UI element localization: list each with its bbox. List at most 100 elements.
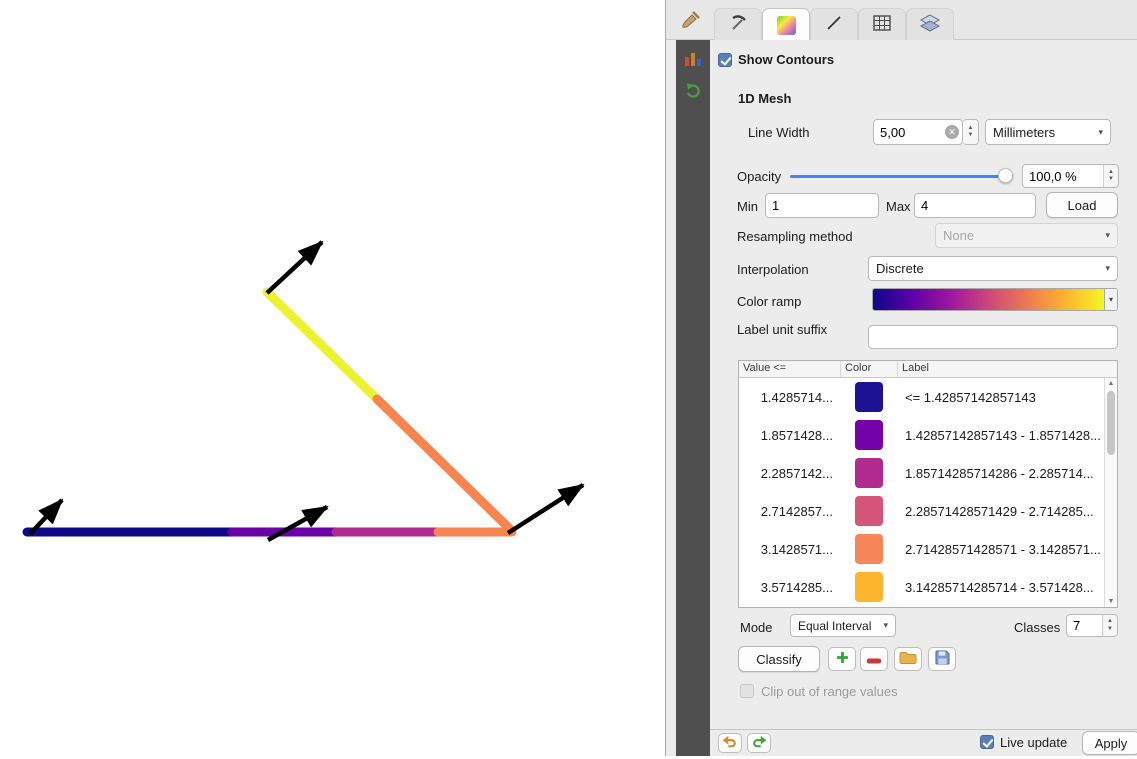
line-width-unit-value: Millimeters: [993, 125, 1055, 140]
scroll-down-icon[interactable]: [1105, 596, 1117, 607]
interpolation-combo[interactable]: Discrete: [868, 256, 1118, 281]
classes-input[interactable]: [1067, 618, 1102, 633]
folder-icon: [899, 651, 917, 668]
scroll-up-icon[interactable]: [1105, 378, 1117, 389]
tab-rendering[interactable]: [858, 8, 906, 40]
save-icon: [935, 650, 950, 668]
interpolation-label: Interpolation: [737, 262, 809, 277]
mode-label: Mode: [740, 620, 773, 635]
classes-table[interactable]: Value <= Color Label 1.4285714... <= 1.4…: [738, 360, 1118, 608]
map-canvas[interactable]: [0, 0, 666, 756]
classify-button[interactable]: Classify: [738, 646, 820, 672]
save-style-button[interactable]: [928, 647, 956, 671]
color-ramp-label: Color ramp: [737, 294, 801, 309]
live-update-checkbox[interactable]: [980, 735, 994, 749]
slider-handle[interactable]: [998, 168, 1013, 183]
max-label: Max: [886, 199, 911, 214]
resampling-value: None: [943, 228, 974, 243]
chevron-down-icon: [1105, 230, 1110, 241]
mode-value: Equal Interval: [798, 619, 871, 633]
scroll-thumb[interactable]: [1107, 391, 1115, 455]
color-swatch[interactable]: [855, 534, 883, 564]
color-swatch[interactable]: [855, 458, 883, 488]
tab-symbology[interactable]: [714, 8, 762, 40]
stepper-arrows-icon[interactable]: [963, 120, 978, 144]
max-field: [914, 193, 1036, 218]
panel-bottom-bar: Live update Apply: [710, 729, 1137, 756]
load-button[interactable]: Load: [1046, 192, 1118, 218]
min-field: [765, 193, 879, 218]
classes-field: [1066, 614, 1118, 637]
styling-tabbar: [666, 0, 1137, 40]
minus-icon: [867, 652, 881, 667]
color-swatch[interactable]: [855, 496, 883, 526]
chevron-down-icon: [1105, 263, 1110, 274]
clip-out-of-range-checkbox[interactable]: [740, 684, 754, 698]
stepper-arrows-icon[interactable]: [1102, 615, 1117, 636]
paintbrush-icon[interactable]: [681, 10, 701, 33]
layers-icon: [920, 14, 940, 35]
clip-out-of-range-label: Clip out of range values: [761, 684, 898, 699]
opacity-input[interactable]: [1023, 169, 1103, 184]
color-swatch[interactable]: [855, 572, 883, 602]
label-unit-suffix-input[interactable]: [869, 330, 1117, 345]
opacity-label: Opacity: [737, 169, 781, 184]
color-ramp-preview[interactable]: [873, 289, 1104, 310]
section-title-1d-mesh: 1D Mesh: [738, 91, 791, 106]
col-header-label[interactable]: Label: [898, 361, 1117, 377]
table-row[interactable]: 3.1428571... 2.71428571428571 - 3.142857…: [739, 530, 1117, 568]
tab-3d[interactable]: [906, 8, 954, 40]
col-header-value[interactable]: Value <=: [739, 361, 841, 377]
chevron-down-icon[interactable]: [1104, 289, 1117, 310]
redo-button[interactable]: [747, 733, 771, 753]
resampling-combo[interactable]: None: [935, 223, 1118, 248]
min-label: Min: [737, 199, 758, 214]
color-swatch[interactable]: [855, 420, 883, 450]
show-contours-checkbox[interactable]: [718, 53, 732, 67]
line-width-input[interactable]: [874, 125, 945, 140]
undo-arrow-icon: [722, 735, 738, 751]
apply-button[interactable]: Apply: [1082, 731, 1137, 755]
min-input[interactable]: [766, 198, 878, 213]
slider-track[interactable]: [790, 175, 1013, 178]
redo-arrow-icon: [751, 735, 767, 751]
max-input[interactable]: [915, 198, 1035, 213]
table-row[interactable]: 1.8571428... 1.42857142857143 - 1.857142…: [739, 416, 1117, 454]
mode-combo[interactable]: Equal Interval: [790, 614, 896, 637]
color-ramp-widget[interactable]: [872, 288, 1118, 311]
line-width-field: [873, 119, 963, 145]
grid-icon: [873, 15, 891, 34]
opacity-slider[interactable]: [790, 168, 1013, 184]
table-header: Value <= Color Label: [739, 361, 1117, 378]
mesh-contours-icon[interactable]: [680, 46, 706, 72]
contours-settings: Show Contours 1D Mesh Line Width Millime…: [710, 40, 1137, 756]
tab-contours[interactable]: [762, 8, 810, 41]
line-icon: [825, 14, 843, 35]
col-header-color[interactable]: Color: [841, 361, 898, 377]
table-row[interactable]: 2.7142857... 2.28571428571429 - 2.714285…: [739, 492, 1117, 530]
classes-label: Classes: [1014, 620, 1060, 635]
history-refresh-icon[interactable]: [680, 78, 706, 104]
clear-icon[interactable]: [945, 125, 959, 139]
resampling-label: Resampling method: [737, 229, 853, 244]
opacity-field: [1022, 164, 1119, 188]
remove-class-button[interactable]: [860, 647, 888, 671]
load-style-button[interactable]: [894, 647, 922, 671]
table-scrollbar[interactable]: [1104, 378, 1117, 607]
line-width-stepper: [963, 119, 979, 145]
line-width-label: Line Width: [748, 125, 809, 140]
table-row[interactable]: 3.5714285... 3.14285714285714 - 3.571428…: [739, 568, 1117, 606]
line-width-unit-combo[interactable]: Millimeters: [985, 119, 1111, 145]
label-unit-suffix-field: [868, 325, 1118, 349]
gradient-icon: [777, 16, 796, 35]
add-class-button[interactable]: [828, 647, 856, 671]
tab-vectors[interactable]: [810, 8, 858, 40]
table-row[interactable]: 2.2857142... 1.85714285714286 - 2.285714…: [739, 454, 1117, 492]
table-row[interactable]: 1.4285714... <= 1.42857142857143: [739, 378, 1117, 416]
chevron-down-icon: [1098, 127, 1103, 138]
undo-button[interactable]: [718, 733, 742, 753]
layer-styling-panel: Show Contours 1D Mesh Line Width Millime…: [666, 0, 1137, 756]
color-swatch[interactable]: [855, 382, 883, 412]
stepper-arrows-icon[interactable]: [1103, 165, 1118, 187]
chevron-down-icon: [883, 620, 888, 631]
